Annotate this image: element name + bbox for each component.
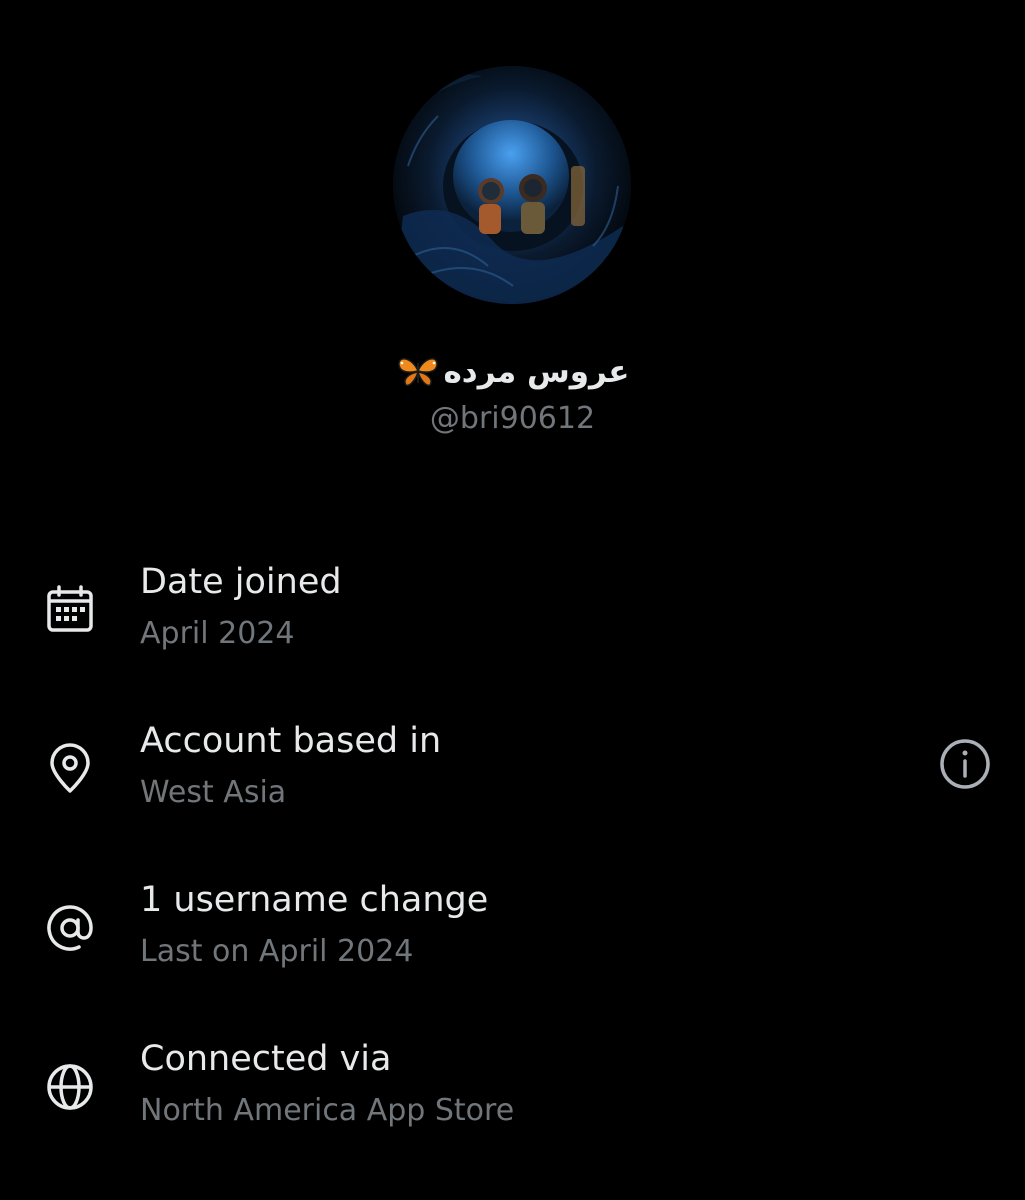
detail-row-username-change: 1 username change Last on April 2024	[0, 876, 1025, 996]
detail-row-connected-via: Connected via North America App Store	[0, 1035, 1025, 1155]
location-pin-icon	[44, 743, 96, 795]
avatar-image	[393, 66, 631, 304]
detail-row-date-joined: Date joined April 2024	[0, 558, 1025, 678]
detail-title: Account based in	[140, 721, 442, 761]
globe-icon	[44, 1061, 96, 1113]
display-name: عروس مرده	[0, 350, 1025, 394]
detail-value: North America App Store	[140, 1093, 515, 1128]
butterfly-icon	[396, 355, 440, 387]
username-handle: @bri90612	[429, 401, 596, 436]
detail-title: Date joined	[140, 562, 342, 602]
detail-title: Connected via	[140, 1039, 392, 1079]
detail-value: April 2024	[140, 616, 295, 651]
calendar-icon	[44, 584, 96, 636]
avatar[interactable]	[393, 66, 631, 304]
info-icon[interactable]	[938, 737, 992, 791]
display-name-text: عروس مرده	[443, 354, 630, 390]
at-sign-icon	[44, 902, 96, 954]
detail-value: West Asia	[140, 775, 287, 810]
detail-title: 1 username change	[140, 880, 489, 920]
detail-row-account-based-in: Account based in West Asia	[0, 717, 1025, 837]
detail-value: Last on April 2024	[140, 934, 414, 969]
